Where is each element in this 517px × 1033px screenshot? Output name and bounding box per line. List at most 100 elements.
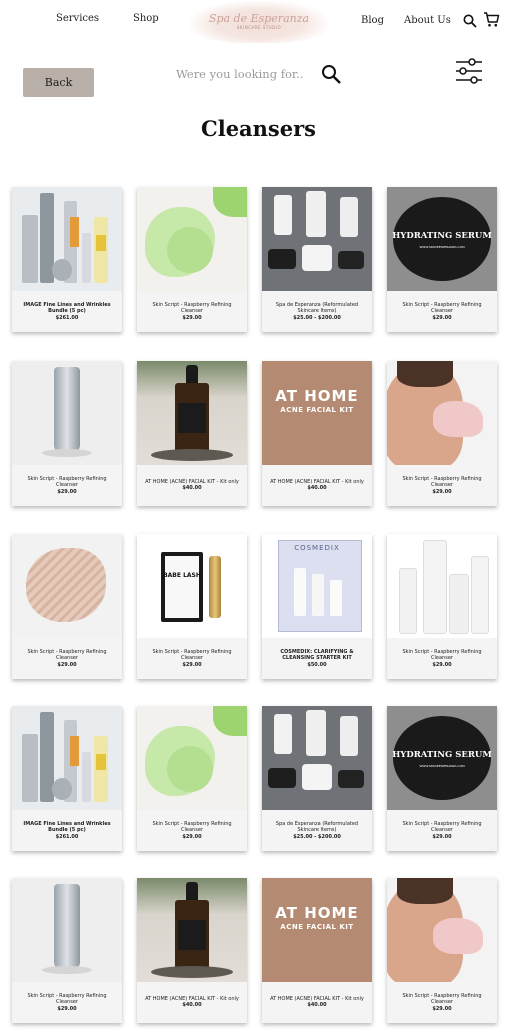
product-name: Skin Script - Raspberry Refining Cleanse… (152, 301, 232, 315)
product-image-hydrating-serum: HYDRATING SERUM WWW.SPADEESPERANZA.COM (387, 187, 497, 291)
product-name: Skin Script - Raspberry Refining Cleanse… (402, 301, 482, 315)
product-price: $25.00 - $200.00 (293, 314, 341, 321)
product-name: Skin Script - Raspberry Refining Cleanse… (402, 992, 482, 1006)
product-image-amber-bottle (137, 361, 247, 465)
product-image-amber-bottle (137, 878, 247, 982)
cosmedix-brand-text: COSMEDIX (294, 544, 340, 552)
product-image-white-bottles (387, 534, 497, 638)
product-name: Skin Script - Raspberry Refining Cleanse… (402, 475, 482, 489)
product-card[interactable]: AT HOME (ACNE) FACIAL KIT - Kit only $40… (137, 361, 247, 506)
product-image-gua-sha (387, 878, 497, 982)
product-name: IMAGE Fine Lines and Wrinkles Bundle (5 … (23, 301, 111, 315)
product-image-silver-tube (12, 361, 122, 465)
search-input[interactable] (176, 63, 318, 85)
product-card[interactable]: Spa de Esperanza (Reformulated Skincare … (262, 706, 372, 851)
product-price: $29.00 (432, 488, 452, 495)
product-price: $29.00 (432, 314, 452, 321)
kit-title-text: AT HOME (275, 904, 359, 922)
product-name: Skin Script - Raspberry Refining Cleanse… (27, 992, 107, 1006)
nav-services[interactable]: Services (56, 13, 99, 24)
serum-jar-label: HYDRATING SERUM (392, 231, 492, 241)
product-image-image-bundle (12, 706, 122, 810)
page-title: Cleansers (201, 116, 316, 141)
product-name: Skin Script - Raspberry Refining Cleanse… (152, 820, 232, 834)
logo-script-text: Spa de Esperanza (208, 12, 310, 25)
product-price: $40.00 (307, 485, 327, 492)
product-card[interactable]: Skin Script - Raspberry Refining Cleanse… (387, 534, 497, 679)
product-price: $29.00 (182, 833, 202, 840)
product-card[interactable]: HYDRATING SERUM WWW.SPADEESPERANZA.COM S… (387, 187, 497, 332)
site-logo[interactable]: Spa de Esperanza SKINCARE STUDIO (190, 1, 328, 43)
serum-jar-label: HYDRATING SERUM (392, 750, 492, 760)
product-price: $40.00 (182, 485, 202, 492)
serum-jar-url: WWW.SPADEESPERANZA.COM (419, 764, 465, 768)
product-card[interactable]: Spa de Esperanza (Reformulated Skincare … (262, 187, 372, 332)
site-header: Services Shop Spa de Esperanza SKINCARE … (0, 0, 517, 50)
filter-sliders-icon[interactable] (455, 57, 483, 89)
product-card[interactable]: BABE LASH Skin Script - Raspberry Refini… (137, 534, 247, 679)
product-card[interactable]: HYDRATING SERUM WWW.SPADEESPERANZA.COM S… (387, 706, 497, 851)
product-name: Skin Script - Raspberry Refining Cleanse… (27, 475, 107, 489)
product-card[interactable]: IMAGE Fine Lines and Wrinkles Bundle (5 … (12, 187, 122, 332)
product-image-spa-items (262, 706, 372, 810)
search-icon[interactable] (463, 13, 477, 32)
product-name: Skin Script - Raspberry Refining Cleanse… (402, 648, 482, 662)
product-card[interactable]: Skin Script - Raspberry Refining Cleanse… (137, 187, 247, 332)
logo-subtitle: SKINCARE STUDIO (236, 25, 282, 30)
product-card[interactable]: Skin Script - Raspberry Refining Cleanse… (12, 361, 122, 506)
product-image-acne-kit: AT HOME ACNE FACIAL KIT (262, 878, 372, 982)
product-price: $261.00 (55, 833, 79, 840)
product-image-gel-splash (137, 706, 247, 810)
kit-subtitle-text: ACNE FACIAL KIT (280, 406, 354, 414)
product-image-hydrating-serum: HYDRATING SERUM WWW.SPADEESPERANZA.COM (387, 706, 497, 810)
product-price: $40.00 (307, 1002, 327, 1009)
product-image-gel-splash (137, 187, 247, 291)
serum-jar-url: WWW.SPADEESPERANZA.COM (419, 245, 465, 249)
product-image-image-bundle (12, 187, 122, 291)
product-price: $29.00 (432, 833, 452, 840)
product-image-gua-sha (387, 361, 497, 465)
product-card[interactable]: Skin Script - Raspberry Refining Cleanse… (137, 706, 247, 851)
product-card[interactable]: Skin Script - Raspberry Refining Cleanse… (12, 878, 122, 1023)
product-image-silver-tube (12, 878, 122, 982)
product-card[interactable]: AT HOME (ACNE) FACIAL KIT - Kit only $40… (137, 878, 247, 1023)
product-price: $40.00 (182, 1002, 202, 1009)
nav-blog[interactable]: Blog (361, 15, 384, 26)
product-image-spa-items (262, 187, 372, 291)
product-name: IMAGE Fine Lines and Wrinkles Bundle (5 … (23, 820, 111, 834)
product-name: Spa de Esperanza (Reformulated Skincare … (275, 301, 359, 315)
nav-about-us[interactable]: About Us (404, 15, 451, 26)
product-price: $29.00 (432, 661, 452, 668)
search-submit-icon[interactable] (321, 64, 341, 88)
product-price: $29.00 (57, 488, 77, 495)
cart-icon[interactable] (483, 11, 500, 32)
kit-subtitle-text: ACNE FACIAL KIT (280, 923, 354, 931)
product-price: $29.00 (57, 661, 77, 668)
product-card[interactable]: Skin Script - Raspberry Refining Cleanse… (387, 361, 497, 506)
product-price: $25.00 - $200.00 (293, 833, 341, 840)
product-price: $29.00 (182, 314, 202, 321)
product-price: $29.00 (432, 1005, 452, 1012)
product-name: Skin Script - Raspberry Refining Cleanse… (402, 820, 482, 834)
product-card[interactable]: Skin Script - Raspberry Refining Cleanse… (12, 534, 122, 679)
product-card[interactable]: COSMEDIX COSMEDIX: CLARIFYING & CLEANSIN… (262, 534, 372, 679)
nav-shop[interactable]: Shop (133, 13, 159, 24)
product-card[interactable]: Skin Script - Raspberry Refining Cleanse… (387, 878, 497, 1023)
kit-title-text: AT HOME (275, 387, 359, 405)
product-name: Skin Script - Raspberry Refining Cleanse… (152, 648, 232, 662)
back-button[interactable]: Back (23, 68, 94, 97)
product-image-cosmedix-kit: COSMEDIX (262, 534, 372, 638)
product-image-cream-swirl (12, 534, 122, 638)
product-image-babe-lash: BABE LASH (137, 534, 247, 638)
product-card[interactable]: AT HOME ACNE FACIAL KIT AT HOME (ACNE) F… (262, 361, 372, 506)
lash-brand-text: BABE LASH (163, 572, 201, 579)
product-price: $50.00 (307, 661, 327, 668)
product-price: $29.00 (182, 661, 202, 668)
product-image-acne-kit: AT HOME ACNE FACIAL KIT (262, 361, 372, 465)
product-card[interactable]: IMAGE Fine Lines and Wrinkles Bundle (5 … (12, 706, 122, 851)
product-price: $29.00 (57, 1005, 77, 1012)
product-name: Spa de Esperanza (Reformulated Skincare … (275, 820, 359, 834)
product-card[interactable]: AT HOME ACNE FACIAL KIT AT HOME (ACNE) F… (262, 878, 372, 1023)
product-name: Skin Script - Raspberry Refining Cleanse… (27, 648, 107, 662)
product-price: $261.00 (55, 314, 79, 321)
